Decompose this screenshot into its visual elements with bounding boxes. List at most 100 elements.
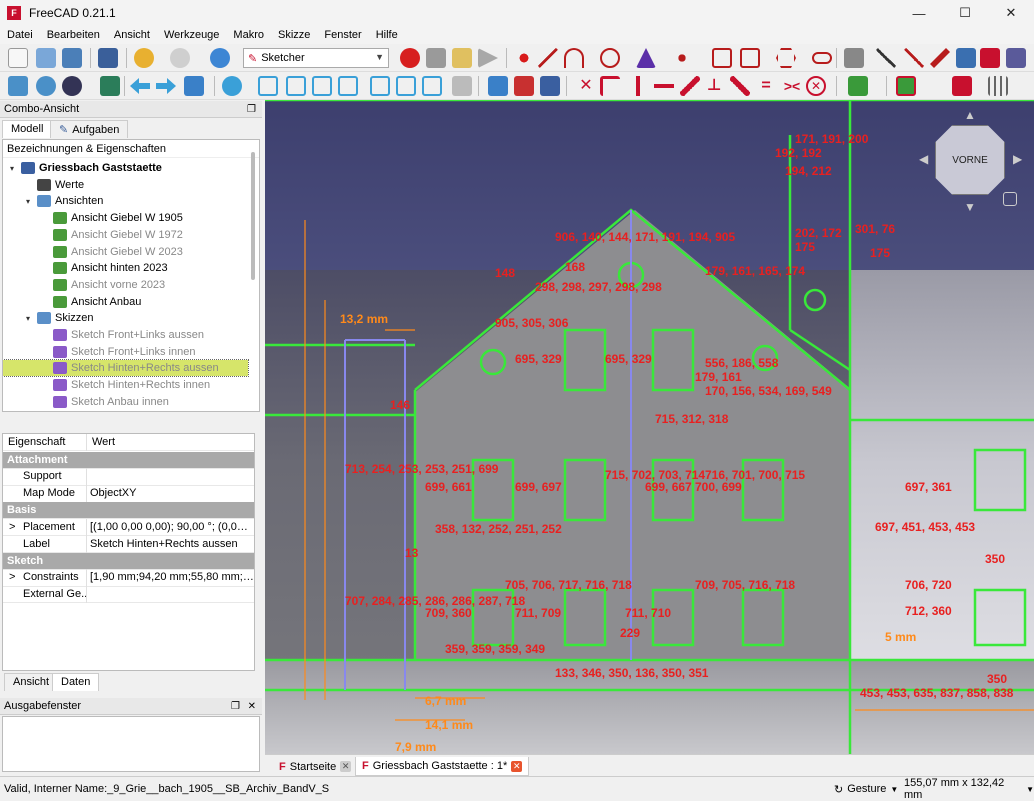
property-row[interactable]: Map Mode ObjectXY [3,485,254,503]
constraint-label[interactable]: 709, 705, 716, 718 [695,578,795,592]
tree-item[interactable]: Sketch Front+Links innen [3,344,248,360]
tab-ansicht[interactable]: Ansicht [4,673,59,691]
tree-item[interactable]: ▾ Ansichten [3,193,248,209]
constraint-label[interactable]: 556, 186, 558 [705,356,778,370]
constraint-label[interactable]: 695, 329 [605,352,652,366]
constraint-label[interactable]: 202, 172 [795,226,842,240]
constraint-label[interactable]: 453, 453, 635, 837, 858, 838 [860,686,1013,700]
constraint-label[interactable]: 229 [620,626,640,640]
constraint-label[interactable]: 179, 161 [695,370,742,384]
view-fit-all-icon[interactable] [8,76,28,96]
close-tab-icon[interactable]: ✕ [511,760,523,772]
sketch-rectangle-icon[interactable] [740,48,760,68]
constraint-label[interactable]: 699, 667 [645,480,692,494]
save-icon[interactable] [62,48,82,68]
constraint-label[interactable]: 712, 360 [905,604,952,618]
tab-daten[interactable]: Daten [52,673,100,691]
constraint-label[interactable]: 146 [390,398,410,412]
view-fit-selection-icon[interactable] [36,76,56,96]
validate-sketch-icon[interactable] [896,76,916,96]
open-folder-icon[interactable] [36,48,56,68]
view-left-icon[interactable] [422,76,442,96]
sketch-point-icon[interactable] [514,48,534,68]
tree-item[interactable]: Werte [3,177,248,193]
expand-chevron-icon[interactable]: ▾ [23,314,33,323]
constraint-label[interactable]: 709, 360 [425,606,472,620]
constraint-label[interactable]: 716, 701, 700, 715 [705,468,805,482]
constraint-perpendicular-icon[interactable]: ⊥ [704,76,724,96]
constraint-label[interactable]: 700, 699 [695,480,742,494]
view-bottom-icon[interactable] [396,76,416,96]
constraint-label[interactable]: 133, 346, 350, 136, 350, 351 [555,666,708,680]
constraint-label[interactable]: 699, 661 [425,480,472,494]
sketch-arc-icon[interactable] [564,48,584,68]
sketch-extend-icon[interactable] [904,48,924,68]
close-output-icon[interactable]: ✕ [248,701,256,712]
constraint-label[interactable]: 194, 212 [785,164,832,178]
sketch-split-icon[interactable] [930,48,950,68]
view-top-icon[interactable] [312,76,332,96]
constraint-label[interactable]: 358, 132, 252, 251, 252 [435,522,562,536]
constraint-label[interactable]: 906, 140, 144, 171, 191, 194, 905 [555,230,735,244]
tree-item[interactable]: Sketch Front+Links aussen [3,327,248,343]
constraint-label[interactable]: 13,2 mm [340,312,388,326]
constraint-label[interactable]: 905, 305, 306 [495,316,568,330]
constraint-label[interactable]: 171, 191, 200 [795,132,868,146]
tree-item[interactable]: Ansicht Giebel W 2023 [3,244,248,260]
tab-aufgaben[interactable]: ✎ Aufgaben [50,120,129,138]
toggle-driving-icon[interactable] [848,76,868,96]
link-icon[interactable] [184,76,204,96]
nav-up-arrow-icon[interactable]: ▲ [964,108,976,122]
view-isometric-icon[interactable] [258,76,278,96]
constraint-label[interactable]: 168 [565,260,585,274]
new-document-icon[interactable] [8,48,28,68]
sketch-polyline-icon[interactable] [712,48,732,68]
constraint-label[interactable]: 298, 298, 297, 298, 298 [535,280,662,294]
expand-chevron-icon[interactable]: > [9,569,15,586]
draw-style-icon[interactable] [62,76,82,96]
constraint-label[interactable]: 13 [405,546,418,560]
constraint-equal-icon[interactable]: = [756,76,776,96]
expand-chevron-icon[interactable]: > [9,519,15,536]
back-arrow-icon[interactable] [130,78,150,94]
constraint-label[interactable]: 711, 709 [515,606,561,620]
constraint-tangent-icon[interactable] [730,76,750,96]
doc-tab-griessbach[interactable]: F Griessbach Gaststaette : 1* ✕ [355,757,530,776]
constraint-label[interactable]: 179, 161, 165, 174 [705,264,805,278]
constraint-symmetric-icon[interactable]: >< [782,76,802,96]
constraint-label[interactable]: 711, 710 [625,606,671,620]
constraint-label[interactable]: 697, 451, 453, 453 [875,520,975,534]
sketch-bspline-icon[interactable] [672,48,692,68]
constraint-label[interactable]: 301, 76 [855,222,895,236]
property-row[interactable]: Support [3,468,254,486]
menu-werkzeuge[interactable]: Werkzeuge [157,29,226,41]
constraint-label[interactable]: 715, 312, 318 [655,412,728,426]
doc-tab-startseite[interactable]: F Startseite ✕ [273,757,357,776]
constraint-label[interactable]: 14,1 mm [425,718,473,732]
stop-macro-icon[interactable] [426,48,446,68]
menu-hilfe[interactable]: Hilfe [369,29,405,41]
menu-ansicht[interactable]: Ansicht [107,29,157,41]
zoom-icon[interactable] [222,76,242,96]
property-row[interactable]: > Placement [(1,00 0,00 0,00); 90,00 °; (0… [3,518,254,537]
property-value[interactable]: [1,90 mm;94,20 mm;55,80 mm;1,30... [87,569,254,586]
constraint-vertical-icon[interactable] [628,76,648,96]
workbench-selector[interactable]: ✎ Sketcher ▼ [243,48,389,68]
constraint-horizontal-icon[interactable] [654,76,674,96]
nav-cube[interactable]: VORNE [935,125,1005,195]
refresh-icon[interactable] [210,48,230,68]
constraint-label[interactable]: 359, 359, 359, 349 [445,642,545,656]
constraint-label[interactable]: 695, 329 [515,352,562,366]
constraint-label[interactable]: 5 mm [885,630,916,644]
menu-bearbeiten[interactable]: Bearbeiten [40,29,107,41]
tree-scrollbar[interactable] [251,152,255,280]
redo-icon[interactable] [170,48,190,68]
tree-item[interactable]: ▾ Griessbach Gaststaette [3,160,248,176]
tree-item[interactable]: Sketch Hinten+Rechts innen [3,377,248,393]
undock-icon[interactable]: ❐ [247,104,256,115]
close-button[interactable]: ✕ [988,0,1034,26]
expand-chevron-icon[interactable]: ▾ [23,197,33,206]
constraint-point-on-object-icon[interactable] [600,76,620,96]
constraint-label[interactable]: 6,7 mm [425,694,466,708]
nav-right-arrow-icon[interactable]: ▶ [1013,152,1022,166]
